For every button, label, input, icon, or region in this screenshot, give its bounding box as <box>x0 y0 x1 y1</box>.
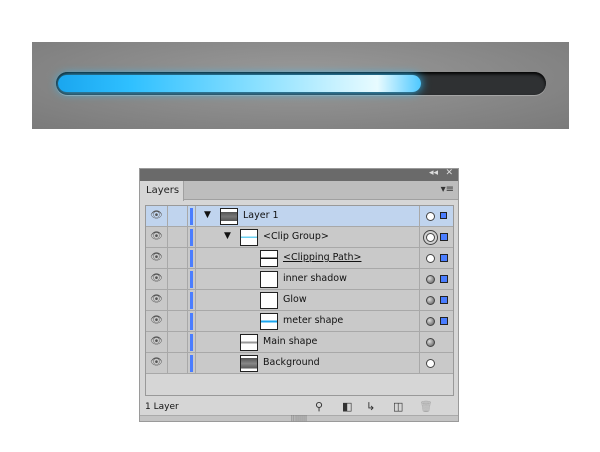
collapse-icon[interactable]: ◂◂ <box>429 168 438 178</box>
layer-row[interactable]: 👁 inner shadow <box>146 269 453 290</box>
layer-name[interactable]: <Clip Group> <box>263 231 329 242</box>
visibility-eye-icon[interactable]: 👁 <box>146 311 168 332</box>
layers-list: 👁 ▼ Layer 1 👁 ▼ <Clip Group> 👁 <Clipping… <box>145 205 454 396</box>
panel-titlebar[interactable]: ◂◂ ✕ <box>140 168 458 181</box>
layer-row[interactable]: 👁 <Clipping Path> <box>146 248 453 269</box>
layer-thumbnail <box>260 250 278 267</box>
layer-row[interactable]: 👁 meter shape <box>146 311 453 332</box>
layer-name[interactable]: <Clipping Path> <box>283 252 361 263</box>
lock-toggle[interactable] <box>168 206 188 227</box>
layer-name[interactable]: Background <box>263 357 320 368</box>
layer-row[interactable]: 👁 Background <box>146 353 453 374</box>
layer-name[interactable]: Main shape <box>263 336 317 347</box>
visibility-eye-icon[interactable]: 👁 <box>146 206 168 227</box>
lock-toggle[interactable] <box>168 332 188 353</box>
layer-name[interactable]: Glow <box>283 294 307 305</box>
layer-row[interactable]: 👁 Main shape <box>146 332 453 353</box>
visibility-eye-icon[interactable]: 👁 <box>146 353 168 374</box>
target-circle-icon[interactable] <box>426 212 435 221</box>
expand-triangle-icon[interactable]: ▼ <box>204 210 211 220</box>
search-icon[interactable]: ⚲ <box>315 400 323 413</box>
target-circle-icon[interactable] <box>426 317 435 326</box>
target-circle-icon[interactable] <box>426 338 435 347</box>
layer-color-bar <box>190 334 193 351</box>
tab-layers[interactable]: Layers <box>140 181 184 201</box>
meter-fill <box>58 75 421 92</box>
layer-row[interactable]: 👁 Glow <box>146 290 453 311</box>
layer-thumbnail <box>260 292 278 309</box>
layers-panel: ◂◂ ✕ Layers ▾≡ 👁 ▼ Layer 1 👁 ▼ <Clip Gro… <box>139 168 459 422</box>
lock-toggle[interactable] <box>168 227 188 248</box>
layer-color-bar <box>190 292 193 309</box>
panel-menu-icon[interactable]: ▾≡ <box>441 184 454 195</box>
target-circle-icon[interactable] <box>426 359 435 368</box>
selection-square-icon[interactable] <box>440 296 448 304</box>
trash-icon[interactable]: 🗑 <box>419 400 433 413</box>
layer-color-bar <box>190 355 193 372</box>
selection-square-icon[interactable] <box>440 254 448 262</box>
lock-toggle[interactable] <box>168 353 188 374</box>
close-icon[interactable]: ✕ <box>445 168 453 178</box>
lock-toggle[interactable] <box>168 269 188 290</box>
target-circle-icon[interactable] <box>426 275 435 284</box>
new-sublayer-icon[interactable]: ↳ <box>366 400 375 413</box>
selection-square-icon[interactable] <box>440 317 448 325</box>
lock-toggle[interactable] <box>168 290 188 311</box>
layer-color-bar <box>190 229 193 246</box>
layer-color-bar <box>190 313 193 330</box>
layer-row[interactable]: 👁 ▼ Layer 1 <box>146 206 453 227</box>
meter-track <box>56 72 546 95</box>
meter-preview <box>32 42 569 129</box>
resize-grip[interactable]: |||||||| <box>140 415 458 422</box>
target-circle-icon[interactable] <box>426 254 435 263</box>
target-circle-icon[interactable] <box>426 233 435 242</box>
expand-triangle-icon[interactable]: ▼ <box>224 231 231 241</box>
selection-square-icon[interactable] <box>440 212 447 219</box>
selection-square-icon[interactable] <box>440 275 448 283</box>
layer-name[interactable]: meter shape <box>283 315 343 326</box>
target-circle-icon[interactable] <box>426 296 435 305</box>
layer-name[interactable]: Layer 1 <box>243 210 279 221</box>
layer-thumbnail <box>260 313 278 330</box>
layer-color-bar <box>190 271 193 288</box>
visibility-eye-icon[interactable]: 👁 <box>146 227 168 248</box>
layer-thumbnail <box>220 208 238 225</box>
layer-thumbnail <box>240 229 258 246</box>
layer-name[interactable]: inner shadow <box>283 273 347 284</box>
visibility-eye-icon[interactable]: 👁 <box>146 269 168 290</box>
selection-square-icon[interactable] <box>440 233 448 241</box>
make-clipping-mask-icon[interactable]: ◧ <box>342 400 352 413</box>
visibility-eye-icon[interactable]: 👁 <box>146 332 168 353</box>
layer-color-bar <box>190 208 193 225</box>
visibility-eye-icon[interactable]: 👁 <box>146 248 168 269</box>
visibility-eye-icon[interactable]: 👁 <box>146 290 168 311</box>
lock-toggle[interactable] <box>168 248 188 269</box>
layer-thumbnail <box>240 355 258 372</box>
layer-row[interactable]: 👁 ▼ <Clip Group> <box>146 227 453 248</box>
layer-count: 1 Layer <box>145 402 179 412</box>
new-layer-icon[interactable]: ◫ <box>393 400 403 413</box>
lock-toggle[interactable] <box>168 311 188 332</box>
layer-thumbnail <box>240 334 258 351</box>
layer-thumbnail <box>260 271 278 288</box>
layer-color-bar <box>190 250 193 267</box>
